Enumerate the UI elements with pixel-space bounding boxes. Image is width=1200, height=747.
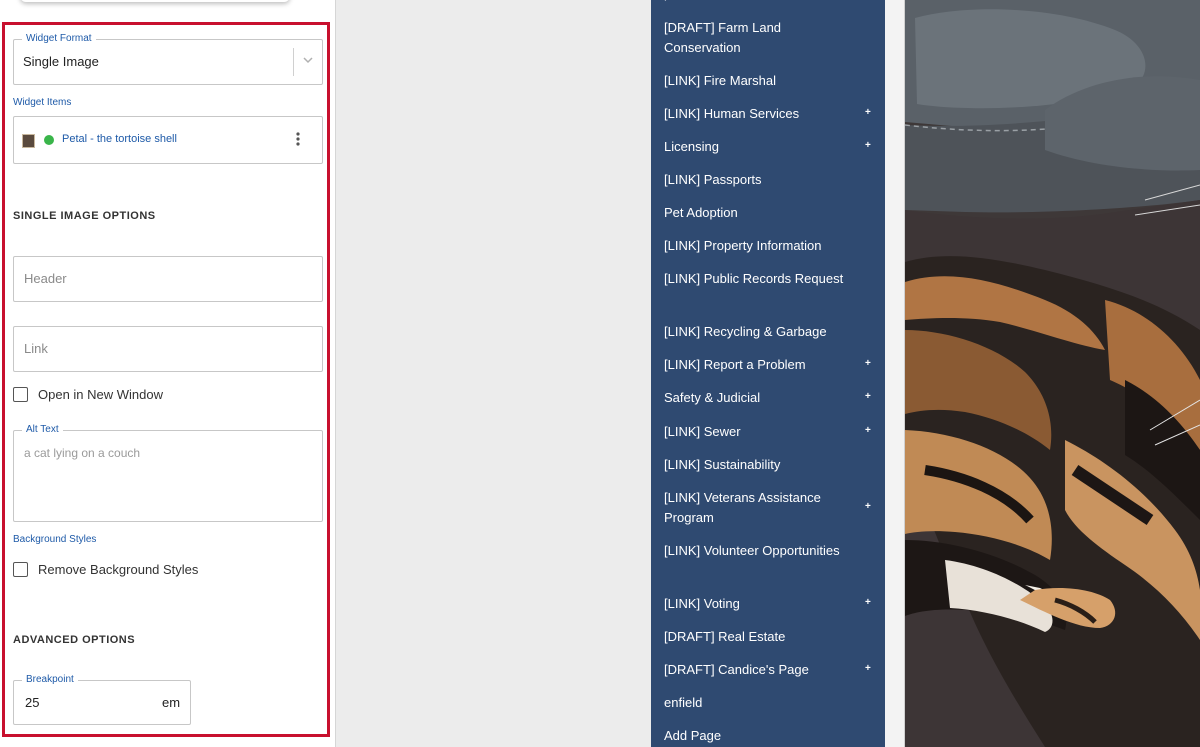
select-divider xyxy=(293,48,294,76)
breakpoint-unit: em xyxy=(162,695,181,710)
site-navigation-menu: p [DRAFT] Farm Land Conservation [LINK] F… xyxy=(651,0,885,747)
more-options-icon[interactable] xyxy=(295,131,301,152)
expand-plus-icon[interactable]: + xyxy=(865,425,871,436)
widget-items-label: Widget Items xyxy=(13,97,72,108)
status-dot-icon xyxy=(44,135,54,145)
breakpoint-legend: Breakpoint xyxy=(22,674,78,686)
widget-item-title[interactable]: Petal - the tortoise shell xyxy=(62,133,177,145)
expand-plus-icon[interactable]: + xyxy=(865,663,871,674)
nav-item[interactable]: [LINK] Voting xyxy=(664,594,844,614)
expand-plus-icon[interactable]: + xyxy=(865,140,871,151)
advanced-options-heading: ADVANCED OPTIONS xyxy=(13,634,136,646)
background-styles-label: Background Styles xyxy=(13,534,97,545)
nav-item[interactable]: [LINK] Veterans Assistance Program xyxy=(664,488,844,528)
alt-text-legend: Alt Text xyxy=(22,424,63,436)
top-card xyxy=(20,0,290,2)
column-gap xyxy=(885,0,905,747)
remove-background-checkbox[interactable] xyxy=(13,562,28,577)
nav-item[interactable]: Licensing xyxy=(664,137,844,157)
nav-item[interactable]: [DRAFT] Farm Land Conservation xyxy=(664,18,844,58)
widget-format-select[interactable]: Widget Format Single Image xyxy=(13,33,323,85)
cat-photo xyxy=(905,0,1200,747)
nav-item[interactable]: [LINK] Sustainability xyxy=(664,455,844,475)
nav-item[interactable]: [LINK] Property Information xyxy=(664,236,844,256)
link-placeholder: Link xyxy=(24,341,48,356)
widget-settings-panel: Widget Format Single Image Widget Items … xyxy=(0,0,336,747)
alt-text-textarea[interactable]: Alt Text a cat lying on a couch xyxy=(13,424,323,522)
nav-item[interactable]: [LINK] Volunteer Opportunities xyxy=(664,541,844,561)
single-image-options-heading: SINGLE IMAGE OPTIONS xyxy=(13,210,156,222)
nav-item[interactable]: [LINK] Passports xyxy=(664,170,844,190)
nav-item[interactable]: [LINK] Recycling & Garbage xyxy=(664,322,844,342)
nav-item[interactable]: [DRAFT] Candice's Page xyxy=(664,660,844,680)
nav-item[interactable]: enfield xyxy=(664,693,844,713)
expand-plus-icon[interactable]: + xyxy=(865,107,871,118)
nav-item[interactable]: [LINK] Human Services xyxy=(664,104,844,124)
expand-plus-icon[interactable]: + xyxy=(865,597,871,608)
nav-item[interactable]: [LINK] Report a Problem xyxy=(664,355,844,375)
nav-item[interactable]: [DRAFT] Real Estate xyxy=(664,627,844,647)
link-input[interactable]: Link xyxy=(13,326,323,372)
nav-item[interactable]: Add Page xyxy=(664,726,844,746)
nav-item[interactable]: Safety & Judicial xyxy=(664,388,844,408)
expand-plus-icon[interactable]: + xyxy=(865,501,871,512)
alt-text-value: a cat lying on a couch xyxy=(24,446,141,460)
chevron-down-icon[interactable] xyxy=(301,53,315,72)
cat-photo-illustration xyxy=(905,0,1200,747)
widget-format-legend: Widget Format xyxy=(22,33,96,45)
breakpoint-input[interactable]: Breakpoint 25 em xyxy=(13,674,191,725)
nav-item[interactable]: [LINK] Sewer xyxy=(664,422,844,442)
remove-background-label[interactable]: Remove Background Styles xyxy=(38,562,198,577)
item-thumbnail xyxy=(22,134,35,148)
breakpoint-value: 25 xyxy=(25,695,40,710)
header-input[interactable]: Header xyxy=(13,256,323,302)
widget-item-row[interactable]: Petal - the tortoise shell xyxy=(13,116,323,164)
expand-plus-icon[interactable]: + xyxy=(865,391,871,402)
nav-item-partial-top: p xyxy=(664,0,674,2)
widget-format-value: Single Image xyxy=(23,54,99,69)
open-new-window-label[interactable]: Open in New Window xyxy=(38,387,163,402)
header-placeholder: Header xyxy=(24,271,67,286)
nav-item[interactable]: Pet Adoption xyxy=(664,203,844,223)
nav-item[interactable]: [LINK] Fire Marshal xyxy=(664,71,844,91)
nav-item[interactable]: [LINK] Public Records Request xyxy=(664,269,844,289)
expand-plus-icon[interactable]: + xyxy=(865,358,871,369)
open-new-window-checkbox[interactable] xyxy=(13,387,28,402)
